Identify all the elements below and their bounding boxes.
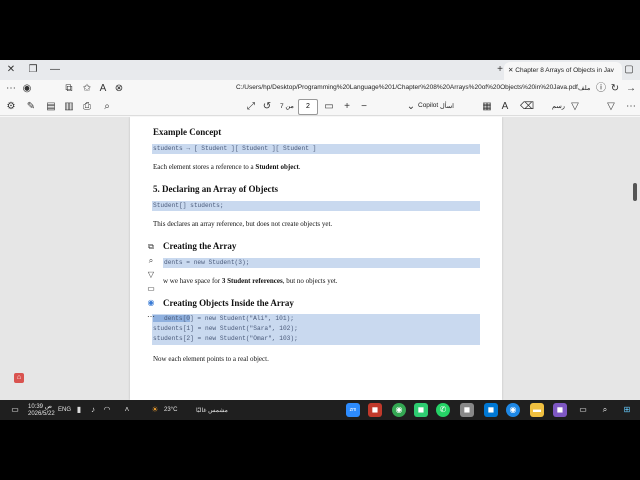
volume-icon[interactable]: ♪ <box>86 403 100 417</box>
weather-temp[interactable]: 23°C <box>164 407 177 413</box>
heading-creating-objects: Creating Objects Inside the Array <box>163 298 294 308</box>
heading-declaring: 5. Declaring an Array of Objects <box>153 184 278 194</box>
code-declaration: Student[] students; <box>152 201 480 211</box>
chevron-up-icon[interactable]: ˄ <box>120 403 134 417</box>
wifi-icon[interactable]: ◠ <box>100 403 114 417</box>
info-icon[interactable]: ⓘ <box>594 82 608 96</box>
whatsapp-icon[interactable]: ✆ <box>436 403 450 417</box>
page-of: من 7 <box>280 103 294 110</box>
menu-icon[interactable]: ⋯ <box>4 82 18 96</box>
comment-icon[interactable]: ▭ <box>145 283 157 295</box>
fit-icon[interactable]: ⤢ <box>244 100 258 114</box>
eraser-icon[interactable]: ⌫ <box>520 100 534 114</box>
read-aloud-icon[interactable]: A <box>96 82 110 96</box>
copilot-label[interactable]: Copilot <box>418 102 438 109</box>
pdf-page[interactable]: Example Concept students → [ Student ][ … <box>130 117 502 400</box>
search-icon[interactable]: ⌕ <box>100 100 114 114</box>
close-icon[interactable]: ✕ <box>4 63 18 77</box>
translate-icon[interactable]: ⊗ <box>112 82 126 96</box>
restore-icon[interactable]: ❐ <box>26 63 40 77</box>
address-input[interactable]: C:/Users/hp/Desktop/Programming%20Langua… <box>236 84 578 91</box>
file-explorer-icon[interactable]: ▬ <box>530 403 544 417</box>
code-create: dents = new Student(3); <box>163 258 480 268</box>
highlight-down-icon[interactable]: ▽ <box>604 100 618 114</box>
tab-title: Chapter 8 Arrays of Objects in Jav <box>515 67 614 74</box>
page-number-input[interactable]: 2 <box>298 99 318 115</box>
start-icon[interactable]: ⊞ <box>620 403 634 417</box>
save-icon[interactable]: ▤ <box>44 100 58 114</box>
search-selection-icon[interactable]: ⌕ <box>145 255 157 267</box>
battery-icon[interactable]: ▮ <box>72 403 86 417</box>
screen: ✕ ❐ — + ✕ Chapter 8 Arrays of Objects in… <box>0 0 640 480</box>
app-icon-5[interactable]: ◼ <box>553 403 567 417</box>
highlight-icon[interactable]: ▽ <box>568 100 582 114</box>
task-view-icon[interactable]: ▭ <box>576 403 590 417</box>
notifications-icon[interactable]: ▭ <box>8 403 22 417</box>
app-icon-3[interactable]: ◼ <box>460 403 474 417</box>
paragraph-declaration: This declares an array reference, but do… <box>153 220 333 228</box>
title-bar: ✕ ❐ — + ✕ Chapter 8 Arrays of Objects in… <box>0 60 640 80</box>
copilot-icon[interactable]: ◉ <box>20 82 34 96</box>
more-options-icon[interactable]: ⋯ <box>145 311 157 323</box>
tab-close-icon[interactable]: ✕ <box>508 67 513 74</box>
minimize-icon[interactable]: — <box>48 63 62 77</box>
rotate-icon[interactable]: ↺ <box>260 100 274 114</box>
paragraph-space: w we have space for 3 Student references… <box>163 277 338 285</box>
pdf-file-icon[interactable]: ⌂ <box>14 373 24 383</box>
zoom-app-icon[interactable]: zm <box>346 403 360 417</box>
draw-label[interactable]: رسم <box>552 102 565 110</box>
zoom-out-icon[interactable]: − <box>357 100 371 114</box>
pdf-toolbar: ⚙ ✎ ▤ ▥ ⎙ ⌕ ⤢ ↺ من 7 2 ▭ + − ⌄ Copilot ا… <box>0 98 640 116</box>
app-icon-2[interactable]: ◼ <box>414 403 428 417</box>
tab-active[interactable]: ✕ Chapter 8 Arrays of Objects in Jav <box>504 62 622 80</box>
address-bar: ⋯ ◉ ⧉ ✩ A ⊗ C:/Users/hp/Desktop/Programm… <box>0 80 640 98</box>
weather-text[interactable]: مشمس غالبًا <box>196 407 228 414</box>
clock-date[interactable]: 2026/5/22 <box>28 411 55 417</box>
heading-example: Example Concept <box>153 127 222 137</box>
extensions-icon[interactable]: ⧉ <box>62 82 76 96</box>
highlight-selection-icon[interactable]: ▽ <box>145 269 157 281</box>
text-icon[interactable]: A <box>498 100 512 114</box>
pdf-viewport[interactable]: Example Concept students → [ Student ][ … <box>0 117 640 400</box>
edge-icon[interactable]: ◉ <box>506 403 520 417</box>
paragraph-now: Now each element points to a real object… <box>153 355 269 363</box>
clock-time[interactable]: 10:39 ص <box>28 403 52 410</box>
taskbar-search-icon[interactable]: ⌕ <box>598 403 612 417</box>
tab-actions-icon[interactable]: ▢ <box>622 63 636 77</box>
language-indicator[interactable]: ENG <box>58 407 71 413</box>
weather-icon[interactable]: ☀ <box>148 403 162 417</box>
copilot-selection-icon[interactable]: ◉ <box>145 297 157 309</box>
back-icon[interactable]: → <box>624 82 638 96</box>
code-example: students → [ Student ][ Student ][ Stude… <box>152 144 480 154</box>
scrollbar-thumb[interactable] <box>633 183 637 201</box>
settings-icon[interactable]: ⚙ <box>4 100 18 114</box>
paragraph-each: Each element stores a reference to a Stu… <box>153 163 301 171</box>
zoom-in-icon[interactable]: + <box>340 100 354 114</box>
chrome-icon[interactable]: ◉ <box>392 403 406 417</box>
copy-icon[interactable]: ⧉ <box>145 241 157 253</box>
view-icon[interactable]: ▦ <box>480 100 494 114</box>
chevron-down-icon[interactable]: ⌄ <box>404 100 418 114</box>
refresh-icon[interactable]: ↻ <box>608 82 622 96</box>
app-icon-4[interactable]: ◼ <box>484 403 498 417</box>
app-icon-1[interactable]: ◼ <box>368 403 382 417</box>
page-view-icon[interactable]: ▭ <box>322 100 336 114</box>
ask-label[interactable]: اسأل <box>440 102 454 110</box>
browser-window: ✕ ❐ — + ✕ Chapter 8 Arrays of Objects in… <box>0 60 640 400</box>
heading-creating-array: Creating the Array <box>163 241 237 251</box>
save-as-icon[interactable]: ▥ <box>62 100 76 114</box>
pen-icon[interactable]: ✎ <box>24 100 38 114</box>
taskbar: ▭ 10:39 ص 2026/5/22 ENG ▮ ♪ ◠ ˄ ☀ 23°C م… <box>0 400 640 420</box>
favorites-icon[interactable]: ✩ <box>80 82 94 96</box>
file-label: ملف <box>578 85 591 92</box>
code-objects: dents[0] = new Student("Ali", 101); stud… <box>152 314 480 345</box>
print-icon[interactable]: ⎙ <box>80 100 94 114</box>
menu-more-icon[interactable]: ⋯ <box>624 100 638 114</box>
